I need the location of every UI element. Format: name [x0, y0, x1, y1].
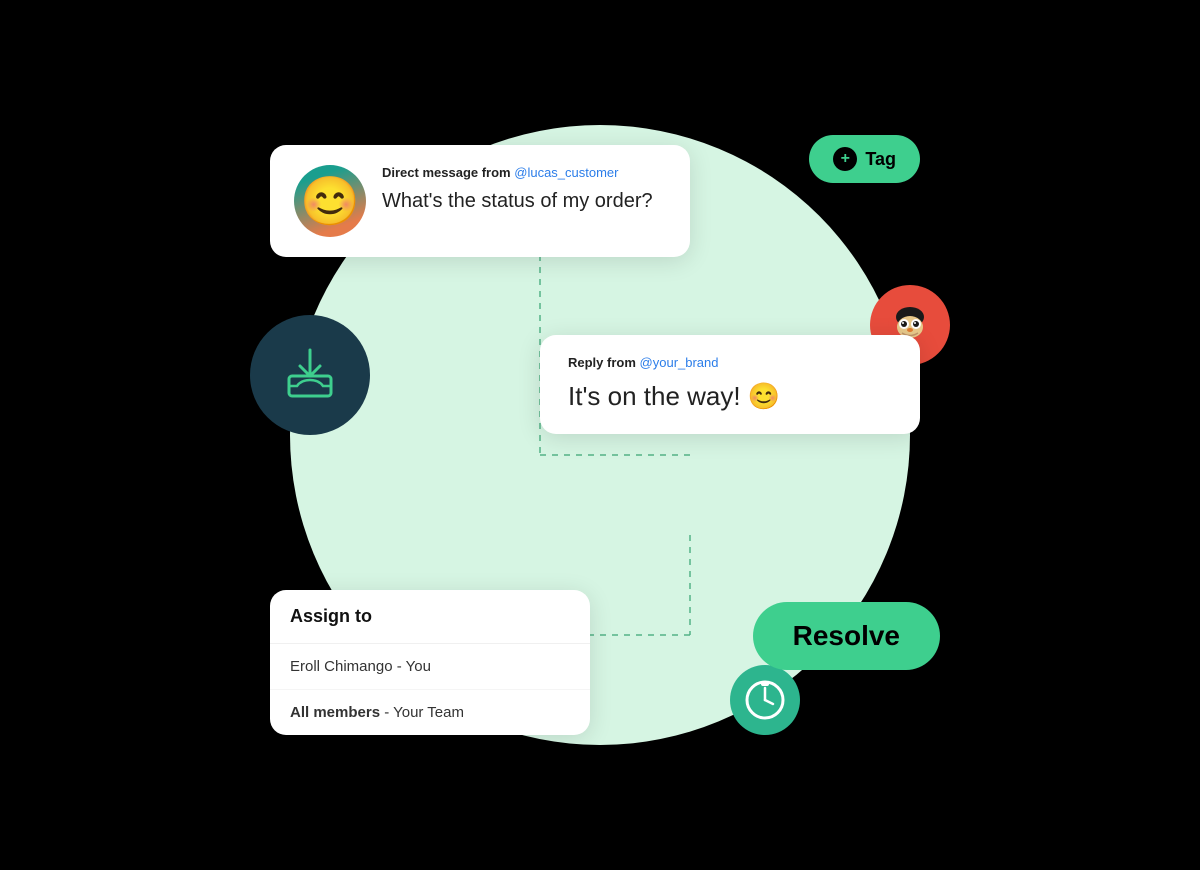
dm-message: What's the status of my order?: [382, 188, 666, 214]
dm-from: Direct message from @lucas_customer: [382, 165, 666, 180]
scene: + Tag: [150, 35, 1050, 835]
user-avatar: [294, 165, 366, 237]
inbox-icon: [250, 315, 370, 435]
clock-icon: [730, 665, 800, 735]
tag-plus-icon: +: [833, 147, 857, 171]
tag-button[interactable]: + Tag: [809, 135, 920, 183]
reply-card: Reply from @your_brand It's on the way! …: [540, 335, 920, 434]
assign-item-you[interactable]: Eroll Chimango - You: [270, 644, 590, 690]
dm-content: Direct message from @lucas_customer What…: [382, 165, 666, 214]
tag-label: Tag: [865, 149, 896, 170]
assign-item-all-members[interactable]: All members - Your Team: [270, 690, 590, 735]
reply-message: It's on the way! 😊: [568, 380, 892, 414]
resolve-button[interactable]: Resolve: [753, 602, 940, 670]
reply-from: Reply from @your_brand: [568, 355, 892, 370]
assign-header: Assign to: [270, 590, 590, 644]
assign-card: Assign to Eroll Chimango - You All membe…: [270, 590, 590, 735]
dm-card: Direct message from @lucas_customer What…: [270, 145, 690, 257]
